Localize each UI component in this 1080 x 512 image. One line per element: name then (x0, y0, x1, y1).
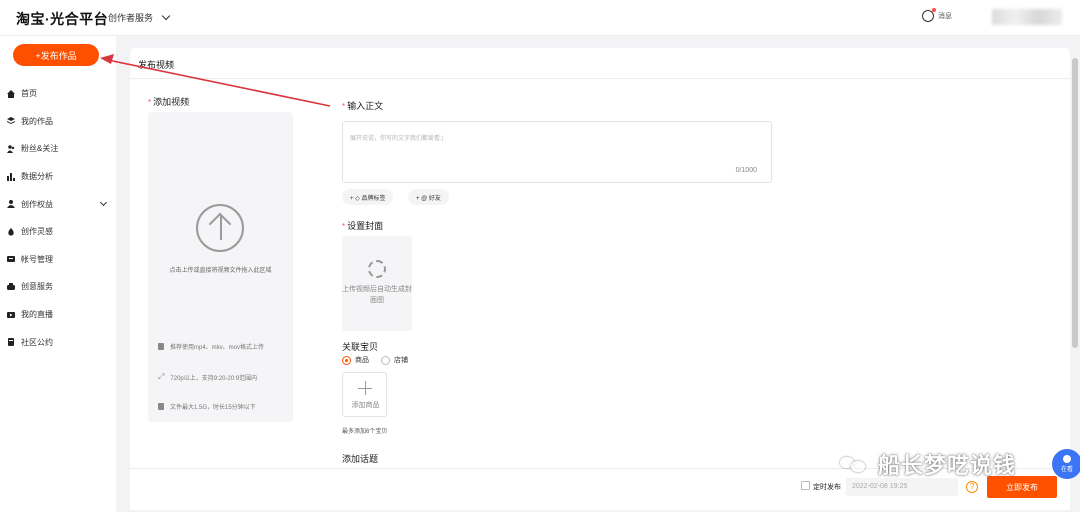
message-bell-icon (922, 8, 936, 22)
sidebar-item-inspiration[interactable]: 创作灵感 (0, 218, 116, 246)
required-mark: * (342, 222, 346, 231)
sidebar-item-community[interactable]: 社区公约 (0, 328, 116, 356)
sidebar-item-label: 我的直播 (21, 310, 53, 320)
spec-format: 推荐使用mp4、mkv、mov格式上传 (158, 342, 264, 351)
upload-tip: 点击上传或直接将视频文件拖入此区域 (169, 268, 272, 274)
chevron-down-icon (99, 199, 108, 207)
sidebar-item-label: 我的作品 (21, 116, 53, 126)
messages-label: 消息 (938, 13, 952, 20)
sidebar-item-label: 帐号管理 (21, 254, 53, 264)
chevron-down-icon (161, 11, 171, 21)
brand-tag-button[interactable]: + ◇ 品牌标签 (342, 189, 394, 205)
sidebar-item-label: 数据分析 (21, 172, 53, 182)
cover-tip: 上传视频后自动生成封面图 (342, 286, 412, 304)
scheduled-datetime-value: 2022-02-08 19:25 (852, 483, 908, 490)
sidebar-item-live[interactable]: 我的直播 (0, 301, 116, 329)
layers-icon (7, 117, 15, 125)
person-icon (7, 200, 15, 209)
wechat-logo-icon (840, 453, 870, 475)
radio-store-label[interactable]: 店铺 (394, 355, 408, 365)
wechat-watermark: 船长梦呓说钱 (840, 448, 1016, 480)
book-icon (8, 338, 14, 347)
sidebar-item-creator-rights[interactable]: 创作权益 (0, 190, 116, 218)
sidebar-item-label: 社区公约 (21, 337, 53, 347)
sidebar-item-label: 创意服务 (21, 282, 53, 292)
home-icon (7, 89, 15, 98)
bubble-label: 在看 (1060, 467, 1073, 473)
sidebar-item-creative-service[interactable]: 创意服务 (0, 273, 116, 301)
watermark-text: 船长梦呓说钱 (878, 453, 1017, 478)
vertical-scrollbar[interactable] (1072, 58, 1078, 348)
video-upload-area[interactable]: 点击上传或直接将视频文件拖入此区域 推荐使用mp4、mkv、mov格式上传 ⤢ … (148, 112, 293, 422)
publish-work-button[interactable]: +发布作品 (13, 44, 99, 66)
spec-resolution-text: 720p以上，支持9:20-20:9范围内 (170, 375, 258, 382)
sidebar-item-label: 创作灵感 (21, 227, 53, 237)
storage-icon (158, 403, 164, 410)
live-icon (7, 311, 15, 318)
text-label: * 输入正文 (342, 99, 383, 112)
topics-label: 添加话题 (342, 454, 379, 464)
scheduled-checkbox[interactable] (801, 481, 810, 490)
user-avatar[interactable] (992, 9, 1062, 25)
required-mark: * (148, 98, 152, 107)
sidebar-item-home[interactable]: 首页 (0, 80, 116, 108)
add-goods-button[interactable]: 添加商品 (342, 372, 387, 417)
sidebar-item-label: 首页 (21, 89, 37, 99)
char-counter: 0/1000 (735, 167, 757, 174)
related-items-label: 关联宝贝 (342, 342, 379, 352)
mention-friend-button[interactable]: + @ 好友 (408, 189, 449, 205)
title-divider (130, 78, 1070, 79)
cover-label: * 设置封面 (342, 219, 383, 232)
service-icon (7, 282, 15, 290)
page-title: 发布视频 (138, 60, 175, 70)
file-icon (158, 343, 164, 350)
spec-resolution: ⤢ 720p以上，支持9:20-20:9范围内 (158, 372, 257, 382)
sidebar-item-analytics[interactable]: 数据分析 (0, 163, 116, 191)
required-mark: * (342, 102, 346, 111)
id-card-icon (7, 256, 15, 263)
platform-logo[interactable]: 淘宝·光合平台 (16, 9, 108, 29)
cover-upload-area[interactable]: 上传视频后自动生成封面图 (342, 236, 412, 331)
bar-chart-icon (7, 172, 15, 181)
goods-limit-note: 最多添加6个宝贝 (342, 429, 388, 435)
body-text-placeholder: 展开说说，你写的文字我们都爱看:) (350, 136, 444, 142)
scheduled-label: 定时发布 (813, 484, 841, 491)
text-label-text: 输入正文 (347, 101, 384, 111)
upload-arrow-icon (196, 204, 244, 252)
add-video-label: * 添加视频 (148, 95, 189, 108)
cover-label-text: 设置封面 (347, 221, 384, 231)
reading-bubble[interactable]: 在看 (1052, 449, 1080, 479)
loading-spinner-icon (368, 260, 386, 278)
resize-icon: ⤢ (158, 372, 165, 381)
radio-goods-label[interactable]: 商品 (355, 355, 369, 365)
messages-button[interactable]: 消息 (922, 8, 952, 22)
bubble-icon (1063, 455, 1071, 463)
creator-service-label: 创作者服务 (108, 13, 154, 23)
sidebar-nav: 首页 我的作品 粉丝&关注 数据分析 创作权益 创作灵感 帐号管理 创意服务 我… (0, 80, 116, 356)
spec-size: 文件最大1.5G，时长15分钟以下 (158, 402, 256, 411)
top-header: 淘宝·光合平台 创作者服务 消息 (0, 0, 1080, 36)
users-icon (7, 145, 15, 153)
flame-icon (8, 227, 14, 236)
sidebar-item-my-works[interactable]: 我的作品 (0, 108, 116, 136)
sidebar: +发布作品 首页 我的作品 粉丝&关注 数据分析 创作权益 创作灵感 帐号管理 … (0, 36, 116, 512)
sidebar-item-label: 创作权益 (21, 199, 53, 209)
scheduled-datetime-input[interactable]: 2022-02-08 19:25 (846, 478, 958, 496)
body-text-input[interactable]: 展开说说，你写的文字我们都爱看:) 0/1000 (342, 121, 772, 183)
radio-store[interactable] (381, 355, 390, 365)
help-icon[interactable]: ? (966, 481, 978, 493)
radio-goods[interactable] (342, 355, 351, 365)
sidebar-item-fans[interactable]: 粉丝&关注 (0, 135, 116, 163)
sidebar-item-label: 粉丝&关注 (21, 144, 59, 154)
related-type-radio-group: 商品 店铺 (342, 355, 408, 365)
spec-format-text: 推荐使用mp4、mkv、mov格式上传 (170, 345, 265, 351)
spec-size-text: 文件最大1.5G，时长15分钟以下 (170, 405, 256, 411)
add-goods-label: 添加商品 (351, 402, 380, 409)
creator-service-menu[interactable]: 创作者服务 (108, 11, 171, 24)
add-video-label-text: 添加视频 (153, 97, 190, 107)
sidebar-item-account[interactable]: 帐号管理 (0, 246, 116, 274)
